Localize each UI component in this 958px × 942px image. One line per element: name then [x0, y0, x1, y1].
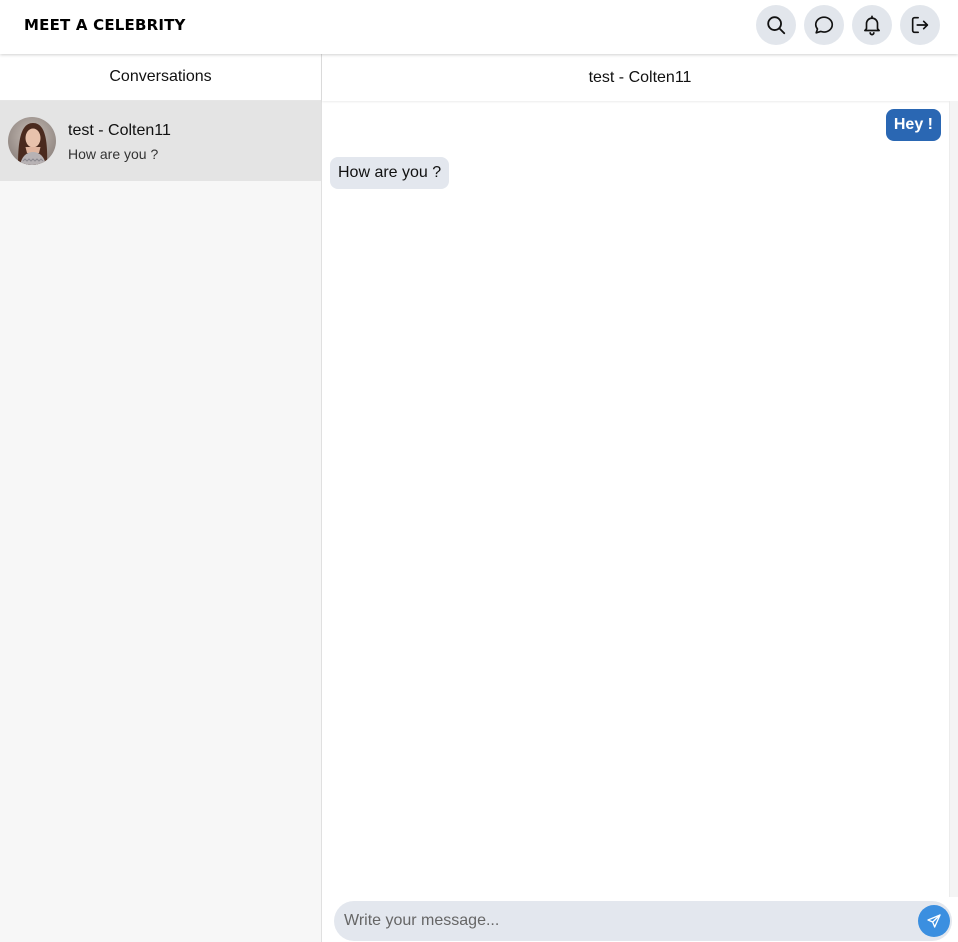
- search-icon: [767, 16, 786, 35]
- chat-bubble-icon: [814, 16, 834, 34]
- message-input[interactable]: [342, 901, 902, 941]
- app-logo[interactable]: MEET A CELEBRITY: [24, 16, 186, 34]
- send-button[interactable]: [918, 905, 950, 937]
- chat-panel: test - Colten11 Hey ! How are you ?: [322, 54, 958, 942]
- search-button[interactable]: [756, 5, 796, 45]
- conversation-item[interactable]: test - Colten11 How are you ?: [0, 101, 321, 181]
- chat-scrollbar[interactable]: [949, 101, 958, 897]
- conversation-preview: How are you ?: [68, 146, 159, 162]
- top-bar: MEET A CELEBRITY: [0, 0, 958, 54]
- sidebar-title: Conversations: [0, 54, 321, 101]
- conversations-sidebar: Conversations test - Colten11 How are yo…: [0, 54, 322, 942]
- logout-button[interactable]: [900, 5, 940, 45]
- notifications-button[interactable]: [852, 5, 892, 45]
- logout-icon: [911, 16, 929, 34]
- conversation-name: test - Colten11: [68, 122, 171, 139]
- outgoing-message: Hey !: [885, 109, 941, 141]
- bell-icon: [864, 15, 880, 36]
- message-composer: [334, 901, 952, 941]
- avatar: [8, 117, 56, 165]
- messages-button[interactable]: [804, 5, 844, 45]
- incoming-message: How are you ?: [330, 157, 450, 189]
- chat-title: test - Colten11: [322, 54, 958, 101]
- send-icon: [927, 914, 941, 928]
